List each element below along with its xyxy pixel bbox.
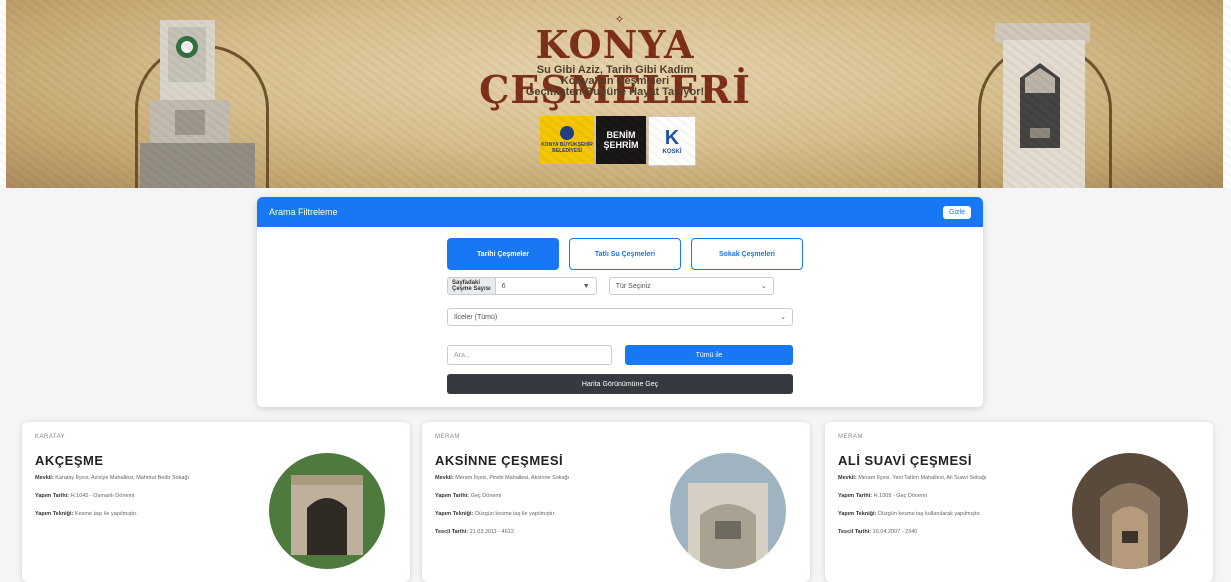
per-page-value: 6 [501,282,506,290]
filter-all-button[interactable]: Tümü ile [625,345,793,365]
filter-row-2: Ilceler (Tümü) ⌄ [447,308,793,326]
card-district: MERAM [838,434,863,440]
card-info: Mevkii: Meram İlçesi, Yeni Tatlım Mahall… [838,474,1068,546]
search-input[interactable]: Ara... [447,345,612,365]
municipality-emblem-icon [560,126,574,140]
chevron-down-icon: ⌄ [760,283,767,290]
per-page-select[interactable]: 6 ▼ [494,277,597,295]
filter-panel-header: Arama Filtreleme Gizle [257,197,983,227]
date-value: Geç Dönemi [470,493,502,499]
right-fountain-image [995,23,1090,188]
registration-label: Tescil Tarihi: [435,529,469,535]
registration-value: 21.03.2011 - 4612 [469,529,514,535]
benim-sehrim-line-1: BENİM [606,130,636,140]
koski-logo-text: KOSKİ [662,149,682,155]
per-page-group: Sayfadaki Çeşme Sayısı 6 ▼ [447,277,597,295]
district-select-value: Ilceler (Tümü) [454,313,498,321]
type-select-value: Tür Seçiniz [615,282,651,290]
location-label: Mevkii: [838,475,857,481]
card-info: Mevkii: Karatay İlçesi, Aziziye Mahalles… [35,474,265,528]
technique-label: Yapım Tekniği: [838,511,877,517]
type-select[interactable]: Tür Seçiniz ⌄ [608,277,774,295]
date-value: H.1045 - Osmanlı Dönemi [70,493,135,499]
left-fountain-image [140,20,255,188]
banner-subtitle: Su Gibi Aziz, Tarih Gibi Kadim Konya'nın… [480,65,750,98]
card-title: AKSİNNE ÇEŞMESİ [435,453,564,468]
tab-street-fountains[interactable]: Sokak Çeşmeleri [691,238,803,270]
technique-label: Yapım Tekniği: [35,511,74,517]
koski-logo: K KOSKİ [648,116,696,166]
tab-historic-fountains[interactable]: Tarihi Çeşmeler [447,238,559,270]
koski-k-icon: K [664,127,680,149]
location-value: Meram İlçesi, Yeni Tatlım Mahallesi, Ali… [858,475,987,481]
date-label: Yapım Tarihi: [35,493,70,499]
chevron-down-icon: ▼ [582,282,590,290]
fountain-photo[interactable] [1072,453,1188,569]
date-label: Yapım Tarihi: [838,493,873,499]
card-district: MERAM [435,434,460,440]
registration-label: Tescil Tarihi: [838,529,872,535]
filter-row-3: Ara... Tümü ile [447,345,793,365]
filter-panel: Arama Filtreleme Gizle Tarihi Çeşmeler T… [257,197,983,407]
fountain-card[interactable]: MERAM ALİ SUAVİ ÇEŞMESİ Mevkii: Meram İl… [825,422,1213,582]
card-info: Mevkii: Meram İlçesi, Pirebi Mahallesi, … [435,474,665,546]
registration-value: 16.04.2007 - 2340 [872,529,918,535]
fountain-card[interactable]: KARATAY AKÇEŞME Mevkii: Karatay İlçesi, … [22,422,410,582]
fountain-photo[interactable] [670,453,786,569]
subtitle-line-3: Geçmişten Bugüne Hayat Taşıyor! [525,86,705,98]
date-label: Yapım Tarihi: [435,493,470,499]
switch-to-map-button[interactable]: Harita Görünümüne Geç [447,374,793,394]
technique-label: Yapım Tekniği: [435,511,474,517]
per-page-label-line-2: Çeşme Sayısı [452,286,491,292]
date-value: H.1009 - Geç Dönemi [873,493,927,499]
banner-left-edge [0,0,6,188]
filter-panel-title: Arama Filtreleme [269,207,338,217]
district-select[interactable]: Ilceler (Tümü) ⌄ [447,308,793,326]
technique-value: Düzgün kesme taş kullanılarak yapılmıştı… [877,511,981,517]
technique-value: Düzgün kesme taş ile yapılmıştır. [474,511,556,517]
card-title: ALİ SUAVİ ÇEŞMESİ [838,453,972,468]
location-value: Meram İlçesi, Pirebi Mahallesi, Aksinne … [455,475,570,481]
fountain-card[interactable]: MERAM AKSİNNE ÇEŞMESİ Mevkii: Meram İlçe… [422,422,810,582]
benim-sehrim-logo: BENİM ŞEHRİM [596,116,646,164]
search-placeholder: Ara... [454,351,471,359]
fountain-type-tabs: Tarihi Çeşmeler Tatlı Su Çeşmeleri Sokak… [447,238,803,270]
banner-right-edge [1223,0,1231,188]
benim-sehrim-line-2: ŞEHRİM [603,140,639,150]
technique-value: Kesme taşı ile yapılmıştır. [74,511,138,517]
partner-logos: KONYA BÜYÜKŞEHİR BELEDİYESİ BENİM ŞEHRİM… [540,116,700,166]
konya-buyuksehir-logo: KONYA BÜYÜKŞEHİR BELEDİYESİ [540,116,594,164]
card-district: KARATAY [35,434,66,440]
fountain-photo[interactable] [269,453,385,569]
location-label: Mevkii: [35,475,54,481]
hide-filter-button[interactable]: Gizle [943,205,971,219]
tab-drinking-water-fountains[interactable]: Tatlı Su Çeşmeleri [569,238,681,270]
per-page-label: Sayfadaki Çeşme Sayısı [447,277,495,295]
chevron-down-icon: ⌄ [780,314,786,321]
location-value: Karatay İlçesi, Aziziye Mahallesi, Mahmu… [55,475,190,481]
konya-buyuksehir-logo-text: KONYA BÜYÜKŞEHİR BELEDİYESİ [541,142,593,154]
header-banner: ⟡ KONYA ÇEŞMELERİ Su Gibi Aziz, Tarih Gi… [0,0,1231,188]
card-title: AKÇEŞME [35,453,104,468]
location-label: Mevkii: [435,475,454,481]
filter-row-1: Sayfadaki Çeşme Sayısı 6 ▼ Tür Seçiniz ⌄ [447,277,774,295]
